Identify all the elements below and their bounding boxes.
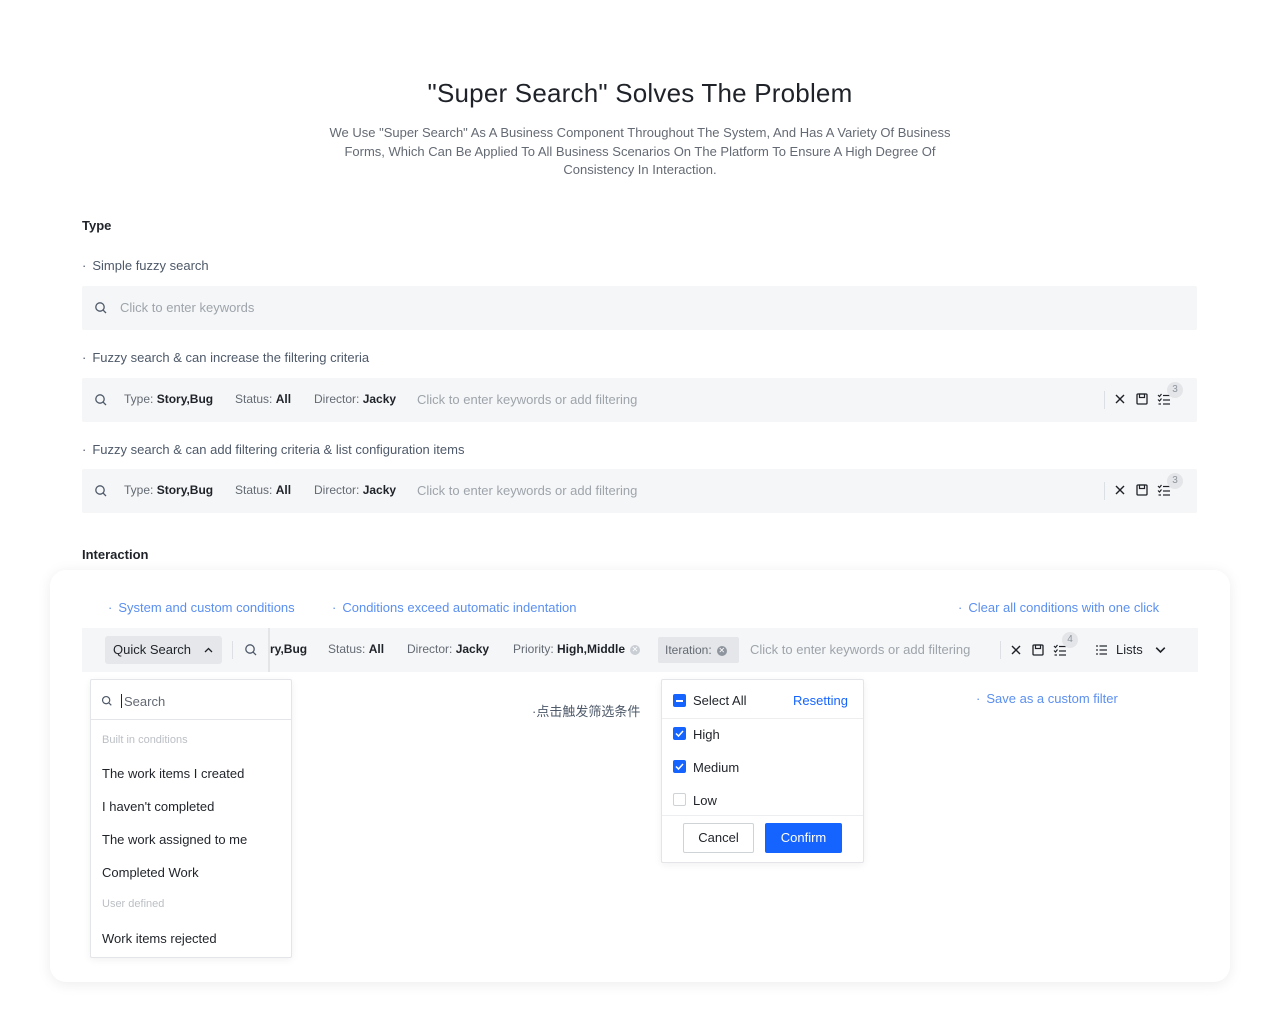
search-icon	[95, 302, 107, 314]
list-item[interactable]: The work assigned to me	[102, 832, 247, 847]
quick-search-dropdown: Search Built in conditions The work item…	[90, 679, 292, 958]
resetting-link[interactable]: Resetting	[793, 693, 848, 708]
interaction-section-heading: Interaction	[82, 547, 149, 562]
remove-condition-icon[interactable]: ✕	[716, 645, 727, 656]
quick-search-button[interactable]: Quick Search	[105, 636, 222, 664]
annotation-clear-all: Clear all conditions with one click	[958, 600, 1159, 615]
option-label[interactable]: High	[693, 727, 720, 742]
condition-priority[interactable]: Priority: High,Middle ✕	[513, 642, 641, 656]
annotation-system-custom: System and custom conditions	[108, 600, 294, 615]
filter-search-bar[interactable]: Type: Story,Bug Status: All Director: Ja…	[82, 378, 1197, 422]
list-view-icon	[1096, 645, 1107, 655]
save-icon[interactable]	[1135, 483, 1149, 497]
condition-count-badge: 3	[1167, 473, 1183, 489]
condition-type[interactable]: Type: Story,Bug	[124, 483, 213, 497]
config-search-label: Fuzzy search & can add filtering criteri…	[82, 442, 464, 457]
divider	[1104, 391, 1105, 409]
divider	[1104, 482, 1105, 500]
dropdown-search-input[interactable]: Search	[91, 680, 291, 720]
cancel-button[interactable]: Cancel	[683, 823, 754, 853]
condition-type-truncated[interactable]: ry,Bug	[270, 642, 307, 656]
quick-search-label: Quick Search	[113, 642, 192, 657]
confirm-button[interactable]: Confirm	[765, 823, 842, 853]
priority-filter-panel: Select All Resetting High Medium Low Can…	[661, 679, 864, 863]
select-all-label[interactable]: Select All	[693, 693, 746, 708]
list-item[interactable]: Completed Work	[102, 865, 199, 880]
subtitle-line: We Use "Super Search" As A Business Comp…	[329, 125, 951, 140]
text-caret	[121, 694, 122, 708]
condition-type[interactable]: Type: Story,Bug	[124, 392, 213, 406]
simple-search-label: Simple fuzzy search	[82, 258, 208, 273]
search-icon	[245, 644, 257, 656]
close-icon[interactable]	[1113, 483, 1127, 497]
chevron-up-icon	[204, 647, 213, 653]
subtitle-line: Consistency In Interaction.	[563, 162, 717, 177]
search-icon	[101, 695, 112, 706]
option-checkbox-low[interactable]	[673, 793, 686, 806]
simple-search-bar[interactable]: Click to enter keywords	[82, 286, 1197, 330]
condition-status[interactable]: Status: All	[235, 483, 291, 497]
condition-director[interactable]: Director: Jacky	[407, 642, 489, 656]
dropdown-search-placeholder: Search	[124, 694, 166, 709]
search-placeholder[interactable]: Click to enter keywords or add filtering	[750, 642, 970, 657]
view-selector[interactable]: Lists	[1116, 642, 1143, 657]
condition-count-badge: 4	[1062, 632, 1078, 648]
option-label[interactable]: Medium	[693, 760, 739, 775]
condition-status[interactable]: Status: All	[328, 642, 384, 656]
annotation-trigger: ·点击触发筛选条件	[532, 704, 641, 719]
close-icon[interactable]	[1113, 392, 1127, 406]
list-item[interactable]: Work items rejected	[102, 931, 217, 946]
divider	[1000, 641, 1001, 659]
list-item[interactable]: The work items I created	[102, 766, 244, 781]
search-icon	[95, 485, 107, 497]
condition-director[interactable]: Director: Jacky	[314, 392, 396, 406]
chevron-down-icon[interactable]	[1155, 644, 1166, 655]
group-heading-built-in: Built in conditions	[102, 734, 188, 746]
annotation-save-filter: Save as a custom filter	[976, 691, 1118, 706]
iteration-label: Iteration:	[665, 643, 712, 657]
divider	[662, 718, 863, 719]
option-checkbox-medium[interactable]	[673, 760, 686, 773]
search-placeholder[interactable]: Click to enter keywords or add filtering	[417, 483, 637, 498]
select-all-checkbox[interactable]	[673, 694, 686, 707]
remove-condition-icon[interactable]: ✕	[630, 644, 641, 655]
type-section-heading: Type	[82, 218, 112, 233]
annotation-indentation: Conditions exceed automatic indentation	[332, 600, 576, 615]
group-heading-user-defined: User defined	[102, 898, 165, 910]
config-search-bar[interactable]: Type: Story,Bug Status: All Director: Ja…	[82, 469, 1197, 513]
condition-status[interactable]: Status: All	[235, 392, 291, 406]
divider	[662, 815, 863, 816]
condition-iteration-active[interactable]: Iteration: ✕	[658, 637, 739, 663]
save-icon[interactable]	[1135, 392, 1149, 406]
close-icon[interactable]	[1009, 643, 1023, 657]
divider	[232, 641, 233, 659]
filter-search-label: Fuzzy search & can increase the filterin…	[82, 350, 369, 365]
condition-count-badge: 3	[1167, 382, 1183, 398]
search-placeholder[interactable]: Click to enter keywords	[120, 300, 254, 315]
page-title: "Super Search" Solves The Problem	[427, 78, 853, 108]
search-icon	[95, 394, 107, 406]
list-item[interactable]: I haven't completed	[102, 799, 214, 814]
page-subtitle: We Use "Super Search" As A Business Comp…	[315, 124, 965, 180]
option-label[interactable]: Low	[693, 793, 717, 808]
option-checkbox-high[interactable]	[673, 727, 686, 740]
subtitle-line: Forms, Which Can Be Applied To All Busin…	[344, 143, 936, 159]
search-placeholder[interactable]: Click to enter keywords or add filtering	[417, 392, 637, 407]
condition-director[interactable]: Director: Jacky	[314, 483, 396, 497]
save-icon[interactable]	[1031, 643, 1045, 657]
super-search-bar[interactable]: Quick Search ry,Bug Status: All Director…	[82, 628, 1198, 672]
